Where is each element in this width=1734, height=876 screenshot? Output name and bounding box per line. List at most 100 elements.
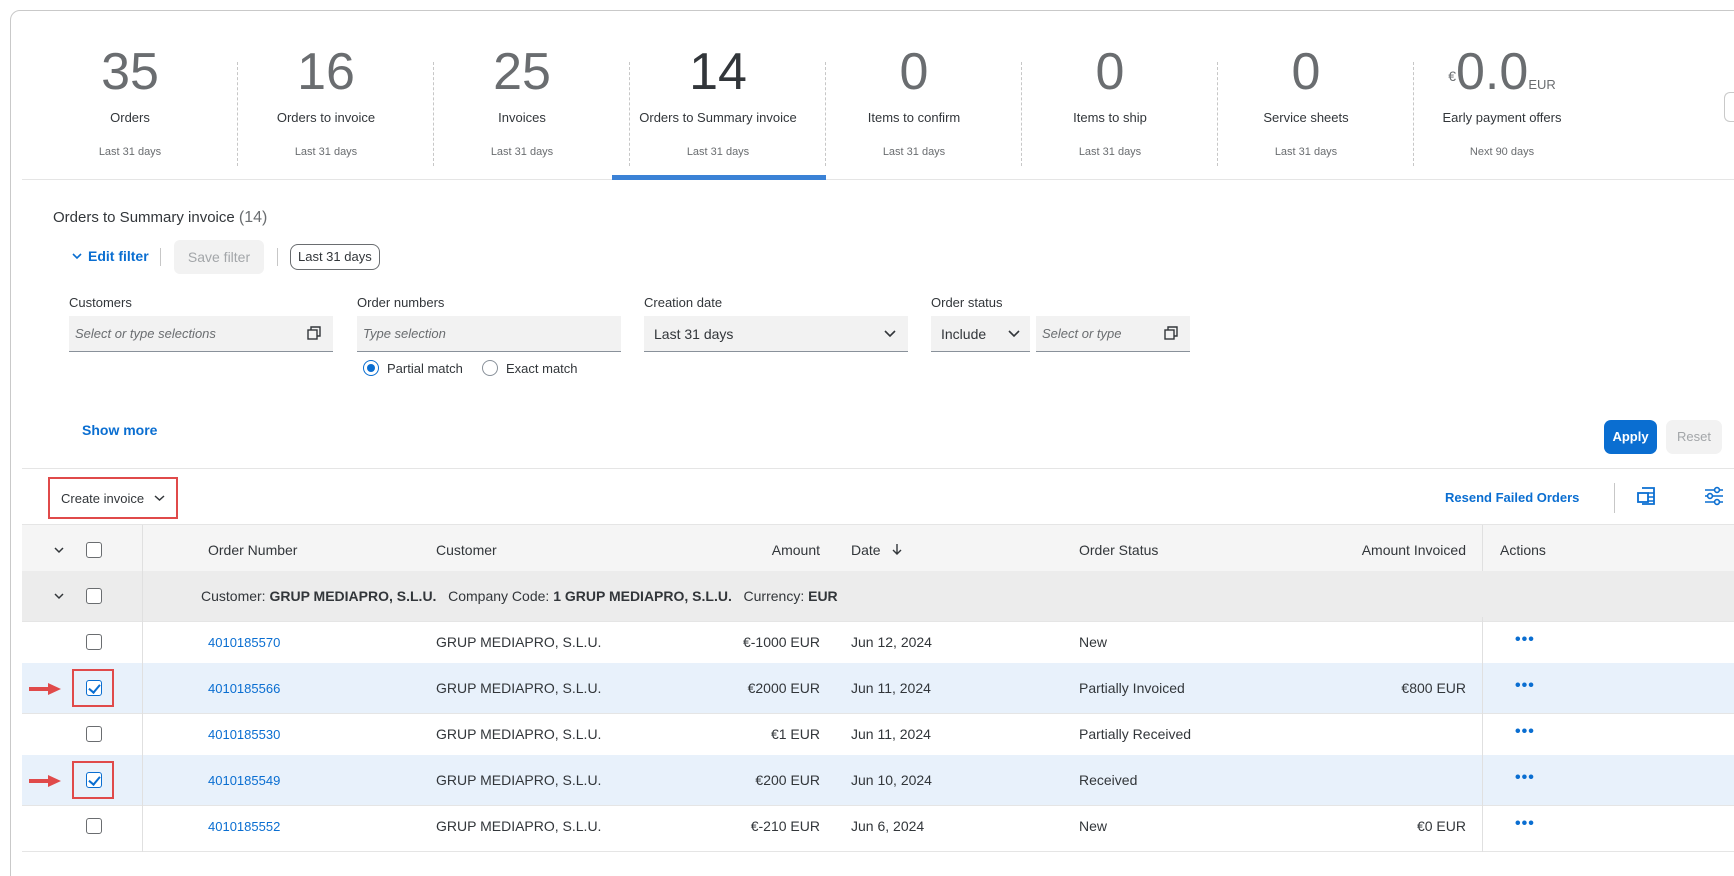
row-checkbox[interactable] — [86, 726, 102, 742]
amount-invoiced-cell: €0 EUR — [1416, 818, 1466, 834]
save-filter-button[interactable]: Save filter — [174, 240, 264, 274]
tile-period: Last 31 days — [686, 146, 750, 158]
customers-placeholder: Select or type selections — [75, 326, 216, 341]
row-checkbox[interactable] — [86, 772, 102, 788]
amount-cell: €-210 EUR — [750, 818, 820, 834]
partial-match-label: Partial match — [387, 360, 463, 376]
kpi-tiles: 35 Orders Last 31 days 16 Orders to invo… — [22, 22, 1734, 180]
value-help-icon[interactable] — [307, 326, 321, 340]
tile-orders-to-invoice[interactable]: 16 Orders to invoice Last 31 days — [218, 22, 434, 180]
show-more-link[interactable]: Show more — [82, 422, 157, 438]
toolbar-separator — [1614, 483, 1615, 513]
chevron-down-icon[interactable] — [54, 592, 64, 600]
header-date[interactable]: Date — [851, 525, 902, 576]
more-actions-icon[interactable]: ••• — [1515, 617, 1535, 668]
order-numbers-input[interactable]: Type selection — [357, 316, 621, 352]
create-invoice-button[interactable]: Create invoice — [48, 477, 178, 519]
header-order-number[interactable]: Order Number — [208, 525, 297, 576]
more-actions-icon[interactable]: ••• — [1515, 755, 1535, 806]
order-number-link[interactable]: 4010185570 — [208, 617, 280, 668]
header-customer[interactable]: Customer — [436, 525, 497, 576]
divider — [160, 248, 161, 266]
table-row[interactable]: 4010185570 GRUP MEDIAPRO, S.L.U. €-1000 … — [22, 617, 1734, 668]
tile-early-payment-offers[interactable]: €0.0EUR Early payment offers Next 90 day… — [1394, 22, 1610, 180]
order-status-label: Order status — [931, 295, 1003, 310]
date-cell: Jun 10, 2024 — [851, 772, 932, 788]
value-help-icon[interactable] — [1164, 326, 1178, 340]
column-divider — [1482, 663, 1483, 714]
order-status-mode-select[interactable]: Include — [931, 316, 1030, 352]
column-divider — [142, 755, 143, 806]
amount-cell: €2000 EUR — [747, 680, 820, 696]
group-customer: GRUP MEDIAPRO, S.L.U. — [269, 588, 437, 604]
tile-label: Orders — [110, 110, 150, 125]
customers-label: Customers — [69, 295, 132, 310]
order-status-input[interactable]: Select or type — [1036, 316, 1190, 352]
header-amount[interactable]: Amount — [662, 525, 820, 576]
amount-invoiced-cell — [1322, 755, 1466, 806]
tile-scroll-handle[interactable] — [1724, 92, 1734, 122]
more-actions-icon[interactable]: ••• — [1515, 801, 1535, 852]
creation-date-select[interactable]: Last 31 days — [644, 316, 908, 352]
tile-label: Orders to Summary invoice — [639, 110, 797, 125]
tile-orders[interactable]: 35 Orders Last 31 days — [22, 22, 238, 180]
order-number-link[interactable]: 4010185549 — [208, 755, 280, 806]
edit-filter-button[interactable]: Edit filter — [72, 248, 149, 264]
tile-service-sheets[interactable]: 0 Service sheets Last 31 days — [1198, 22, 1414, 180]
customers-input[interactable]: Select or type selections — [69, 316, 333, 352]
exact-match-radio[interactable]: Exact match — [482, 360, 578, 376]
table-settings-icon[interactable] — [1703, 485, 1725, 507]
sort-descending-icon — [892, 544, 902, 555]
header-order-status[interactable]: Order Status — [1079, 525, 1158, 576]
tile-items-to-ship[interactable]: 0 Items to ship Last 31 days — [1002, 22, 1218, 180]
tile-number: €0.0EUR — [1394, 44, 1610, 113]
currency-symbol: € — [1448, 68, 1457, 84]
row-checkbox[interactable] — [86, 680, 102, 696]
group-checkbox[interactable] — [86, 588, 102, 604]
group-customer-label: Customer: — [201, 588, 266, 604]
more-actions-icon[interactable]: ••• — [1515, 709, 1535, 760]
group-header-row: Customer: GRUP MEDIAPRO, S.L.U. Company … — [22, 571, 1734, 622]
reset-button[interactable]: Reset — [1666, 420, 1722, 454]
select-all-checkbox[interactable] — [86, 542, 102, 558]
table-row[interactable]: 4010185552 GRUP MEDIAPRO, S.L.U. €-210 E… — [22, 801, 1734, 852]
order-number-link[interactable]: 4010185552 — [208, 801, 280, 852]
table-row[interactable]: 4010185566 GRUP MEDIAPRO, S.L.U. €2000 E… — [22, 663, 1734, 714]
toolbar-divider — [22, 468, 1734, 469]
date-cell: Jun 12, 2024 — [851, 634, 932, 650]
tile-orders-to-summary-invoice[interactable]: 14 Orders to Summary invoice Last 31 day… — [610, 22, 826, 180]
divider — [277, 248, 278, 266]
export-excel-icon[interactable] — [1636, 485, 1658, 507]
group-currency: EUR — [808, 588, 838, 604]
chevron-down-icon — [154, 495, 165, 502]
date-range-chip[interactable]: Last 31 days — [290, 244, 380, 270]
date-cell: Jun 11, 2024 — [851, 726, 931, 742]
status-cell: Partially Received — [1079, 726, 1192, 742]
active-tile-indicator — [612, 175, 826, 180]
row-checkbox[interactable] — [86, 634, 102, 650]
column-divider — [1482, 801, 1483, 852]
tile-amount: 0.0 — [1456, 43, 1529, 101]
resend-failed-orders-link[interactable]: Resend Failed Orders — [1445, 490, 1579, 505]
table-row[interactable]: 4010185549 GRUP MEDIAPRO, S.L.U. €200 EU… — [22, 755, 1734, 806]
annotation-arrow-icon — [29, 683, 61, 695]
apply-button[interactable]: Apply — [1604, 420, 1657, 454]
row-checkbox[interactable] — [86, 818, 102, 834]
tile-invoices[interactable]: 25 Invoices Last 31 days — [414, 22, 630, 180]
edit-filter-label: Edit filter — [88, 248, 149, 264]
create-invoice-label: Create invoice — [61, 490, 145, 506]
tile-items-to-confirm[interactable]: 0 Items to confirm Last 31 days — [806, 22, 1022, 180]
more-actions-icon[interactable]: ••• — [1515, 663, 1535, 714]
column-divider — [142, 571, 143, 622]
tile-period: Last 31 days — [490, 146, 554, 158]
order-number-link[interactable]: 4010185530 — [208, 709, 280, 760]
table-row[interactable]: 4010185530 GRUP MEDIAPRO, S.L.U. €1 EUR … — [22, 709, 1734, 760]
tile-label: Service sheets — [1263, 110, 1349, 125]
column-divider — [142, 709, 143, 760]
chevron-down-icon[interactable] — [54, 546, 64, 554]
customer-cell: GRUP MEDIAPRO, S.L.U. — [436, 680, 602, 696]
order-number-link[interactable]: 4010185566 — [208, 663, 280, 714]
header-amount-invoiced[interactable]: Amount Invoiced — [1322, 525, 1466, 576]
partial-match-radio[interactable]: Partial match — [363, 360, 463, 376]
column-divider — [142, 663, 143, 714]
